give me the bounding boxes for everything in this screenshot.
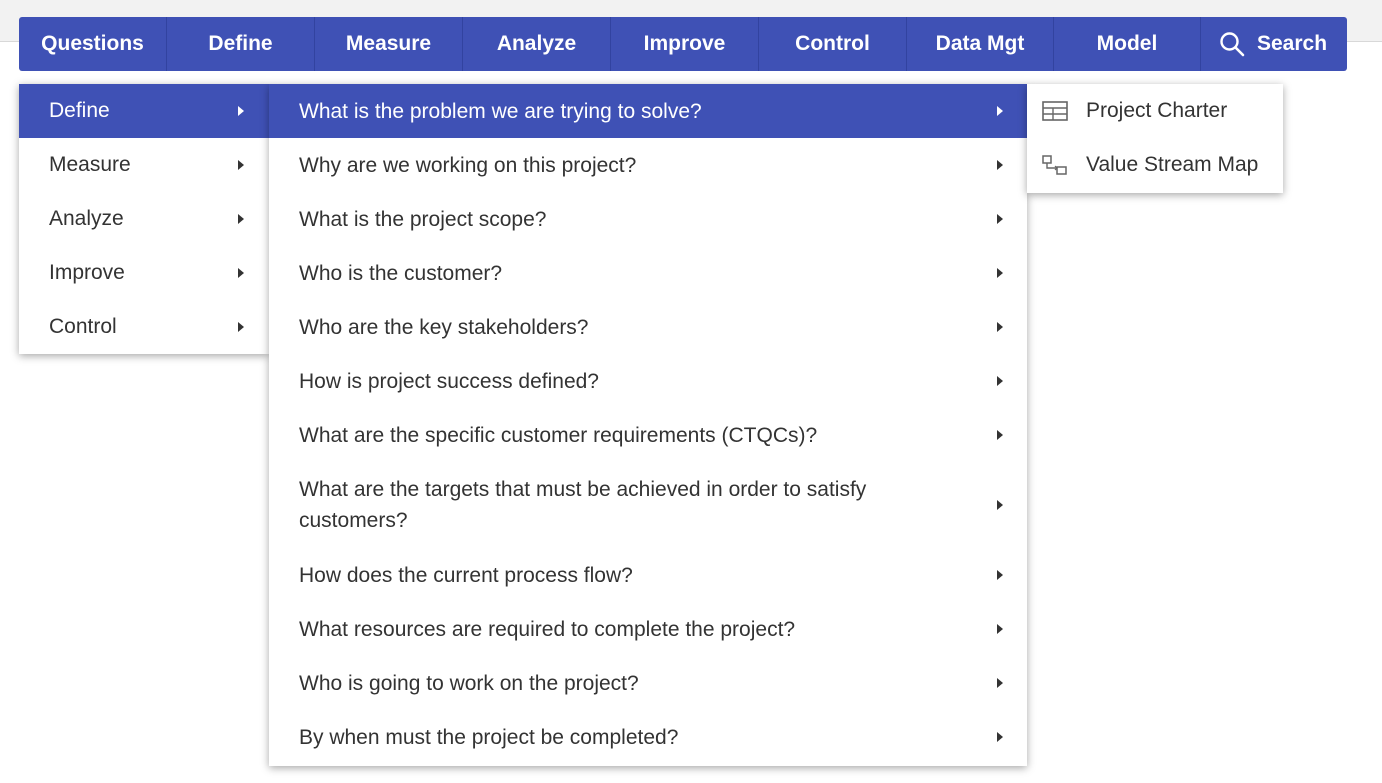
caret-right-icon	[997, 732, 1003, 742]
phase-item-control[interactable]: Control	[19, 300, 269, 354]
question-label: What is the problem we are trying to sol…	[299, 99, 702, 123]
nav-search-button[interactable]: Search	[1201, 17, 1347, 71]
tool-item-value-stream-map[interactable]: Value Stream Map	[1027, 138, 1283, 192]
caret-right-icon	[997, 376, 1003, 386]
dropdown-phases: Define Measure Analyze Improve Control	[19, 84, 269, 354]
caret-right-icon	[238, 106, 244, 116]
question-item[interactable]: How is project success defined?	[269, 354, 1027, 408]
nav-data-mgt[interactable]: Data Mgt	[907, 17, 1054, 71]
caret-right-icon	[997, 106, 1003, 116]
question-item[interactable]: Why are we working on this project?	[269, 138, 1027, 192]
tool-item-project-charter[interactable]: Project Charter	[1027, 84, 1283, 138]
caret-right-icon	[238, 160, 244, 170]
question-item[interactable]: What are the targets that must be achiev…	[269, 462, 1027, 548]
caret-right-icon	[997, 624, 1003, 634]
phase-item-measure[interactable]: Measure	[19, 138, 269, 192]
nav-questions[interactable]: Questions	[19, 17, 167, 71]
caret-right-icon	[997, 160, 1003, 170]
caret-right-icon	[997, 214, 1003, 224]
question-item[interactable]: What is the problem we are trying to sol…	[269, 84, 1027, 138]
question-item[interactable]: What is the project scope?	[269, 192, 1027, 246]
phase-item-label: Control	[49, 315, 117, 338]
question-label: Who is going to work on the project?	[299, 671, 639, 695]
question-label: Who are the key stakeholders?	[299, 315, 589, 339]
question-item[interactable]: What are the specific customer requireme…	[269, 408, 1027, 462]
dropdown-tools: Project Charter Value Stream Map	[1027, 84, 1283, 193]
dropdown-questions: What is the problem we are trying to sol…	[269, 84, 1027, 766]
nav-measure[interactable]: Measure	[315, 17, 463, 71]
question-label: What is the project scope?	[299, 207, 547, 231]
main-navbar: Questions Define Measure Analyze Improve…	[19, 17, 1347, 71]
phase-item-label: Measure	[49, 153, 131, 176]
caret-right-icon	[238, 322, 244, 332]
question-item[interactable]: How does the current process flow?	[269, 548, 1027, 602]
question-item[interactable]: Who are the key stakeholders?	[269, 300, 1027, 354]
phase-item-label: Analyze	[49, 207, 124, 230]
phase-item-define[interactable]: Define	[19, 84, 269, 138]
question-item[interactable]: Who is the customer?	[269, 246, 1027, 300]
nav-control[interactable]: Control	[759, 17, 907, 71]
caret-right-icon	[997, 268, 1003, 278]
phase-item-improve[interactable]: Improve	[19, 246, 269, 300]
nav-analyze[interactable]: Analyze	[463, 17, 611, 71]
nav-define[interactable]: Define	[167, 17, 315, 71]
question-item[interactable]: By when must the project be completed?	[269, 710, 1027, 764]
caret-right-icon	[997, 430, 1003, 440]
question-label: How is project success defined?	[299, 369, 599, 393]
question-label: What are the specific customer requireme…	[299, 423, 818, 447]
question-item[interactable]: What resources are required to complete …	[269, 602, 1027, 656]
phase-item-label: Improve	[49, 261, 125, 284]
caret-right-icon	[997, 678, 1003, 688]
flow-map-icon	[1042, 155, 1067, 175]
phase-item-label: Define	[49, 99, 110, 122]
caret-right-icon	[997, 322, 1003, 332]
question-label: Why are we working on this project?	[299, 153, 637, 177]
caret-right-icon	[238, 214, 244, 224]
question-label: By when must the project be completed?	[299, 725, 679, 749]
nav-model[interactable]: Model	[1054, 17, 1201, 71]
caret-right-icon	[997, 570, 1003, 580]
search-label: Search	[1257, 32, 1328, 55]
caret-right-icon	[997, 500, 1003, 510]
tool-item-label: Project Charter	[1086, 99, 1228, 122]
search-icon	[1220, 32, 1245, 57]
tool-item-label: Value Stream Map	[1086, 153, 1259, 176]
table-icon	[1042, 101, 1068, 121]
question-label: What resources are required to complete …	[299, 617, 796, 641]
caret-right-icon	[238, 268, 244, 278]
question-item[interactable]: Who is going to work on the project?	[269, 656, 1027, 710]
question-label: How does the current process flow?	[299, 563, 633, 587]
question-label: What are the targets that must be achiev…	[299, 478, 867, 532]
nav-improve[interactable]: Improve	[611, 17, 759, 71]
question-label: Who is the customer?	[299, 261, 503, 285]
phase-item-analyze[interactable]: Analyze	[19, 192, 269, 246]
